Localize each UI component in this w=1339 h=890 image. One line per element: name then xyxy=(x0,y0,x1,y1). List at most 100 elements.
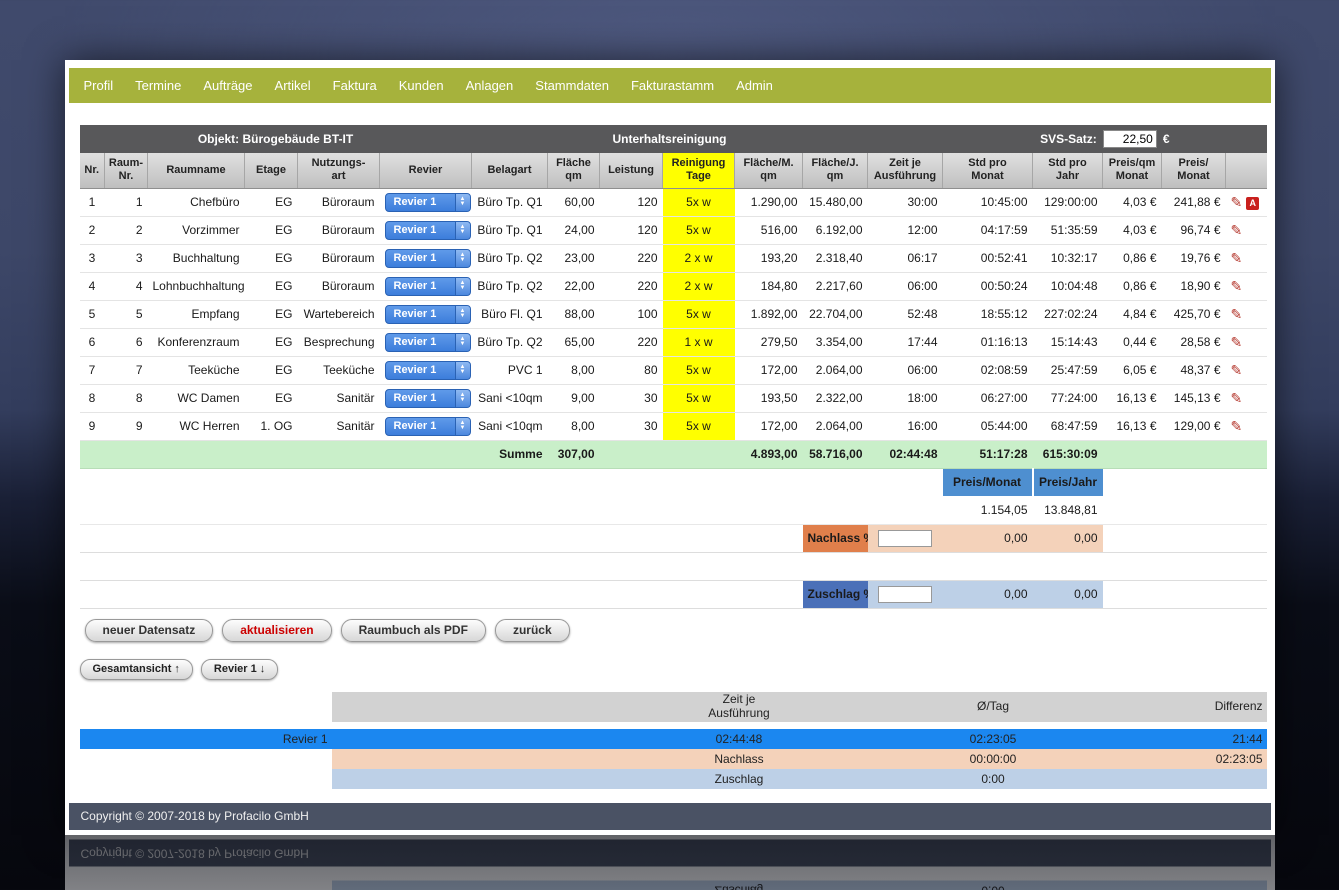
nav-item-artikel[interactable]: Artikel xyxy=(264,78,322,93)
cell-raum-nr: 6 xyxy=(104,328,148,357)
cell-leistung: 120 xyxy=(599,188,663,217)
cell-reinigung-tage: 5x w xyxy=(662,412,735,441)
cell-preis-monat: 145,13 € xyxy=(1161,384,1226,413)
revier1-button[interactable]: Revier 1 ↓ xyxy=(200,658,279,680)
cell-leistung: 100 xyxy=(599,300,663,329)
cell-std-monat: 00:52:41 xyxy=(942,244,1033,273)
spinner-down-icon: ▼ xyxy=(459,201,466,207)
svs-input[interactable] xyxy=(1102,130,1157,148)
edit-icon[interactable]: ✎ xyxy=(1231,362,1243,378)
spinner-down-icon: ▼ xyxy=(459,313,466,319)
nav-item-auftrage[interactable]: Aufträge xyxy=(192,78,263,93)
cell-std-monat: 00:50:24 xyxy=(942,272,1033,301)
cell-icons: ✎ A xyxy=(1225,188,1267,217)
roombook-pdf-button[interactable]: Raumbuch als PDF xyxy=(340,618,486,642)
cell-zeit: 16:00 xyxy=(867,412,943,441)
cell-zeit: 06:00 xyxy=(867,356,943,385)
cell-leistung: 80 xyxy=(599,356,663,385)
cell-zeit: 17:44 xyxy=(867,328,943,357)
revier-select[interactable]: Revier 1 ▲ ▼ xyxy=(384,388,471,408)
preis-jahr-header: Preis/Jahr xyxy=(1031,468,1103,496)
cell-etage: EG xyxy=(244,384,298,413)
revier-row-diff: 21:44 xyxy=(1146,728,1267,749)
spinner-down-icon: ▼ xyxy=(459,397,466,403)
cell-icons: ✎ xyxy=(1225,412,1267,441)
cell-raum-nr: 3 xyxy=(104,244,148,273)
column-header-2: Raum- Nr. xyxy=(104,153,148,189)
edit-icon[interactable]: ✎ xyxy=(1231,418,1243,434)
nav-item-termine[interactable]: Termine xyxy=(124,78,192,93)
cell-etage: EG xyxy=(244,272,298,301)
spinner-icon: ▲ ▼ xyxy=(454,221,470,239)
spinner-down-icon: ▼ xyxy=(459,285,466,291)
revier-select[interactable]: Revier 1 ▲ ▼ xyxy=(384,248,471,268)
cell-nr: 6 xyxy=(79,328,105,357)
cell-flaeche-monat: 193,50 xyxy=(734,384,803,413)
nav-item-kunden[interactable]: Kunden xyxy=(388,78,455,93)
edit-icon[interactable]: ✎ xyxy=(1231,278,1243,294)
nav-item-faktura[interactable]: Faktura xyxy=(322,78,388,93)
new-record-button[interactable]: neuer Datensatz xyxy=(84,618,214,642)
cell-zeit: 06:17 xyxy=(867,244,943,273)
edit-icon[interactable]: ✎ xyxy=(1231,390,1243,406)
nachlass-monat-value: 0,00 xyxy=(942,524,1033,553)
revier-select[interactable]: Revier 1 ▲ ▼ xyxy=(384,360,471,380)
spinner-down-icon: ▼ xyxy=(459,369,466,375)
zuschlag-input[interactable] xyxy=(878,585,932,603)
nav-item-admin[interactable]: Admin xyxy=(725,78,784,93)
revier-select[interactable]: Revier 1 ▲ ▼ xyxy=(384,220,471,240)
cell-revier: Revier 1 ▲ ▼ xyxy=(379,412,472,441)
nav-item-profil[interactable]: Profil xyxy=(73,78,125,93)
cell-icons: ✎ xyxy=(1225,356,1267,385)
revier-row-diff xyxy=(1146,768,1267,789)
column-header-17: Preis/ Monat xyxy=(1161,153,1226,189)
cell-etage: EG xyxy=(244,216,298,245)
cell-flaeche-qm: 60,00 xyxy=(547,188,600,217)
edit-icon[interactable]: ✎ xyxy=(1231,222,1243,238)
cell-icons: ✎ xyxy=(1225,272,1267,301)
edit-icon[interactable]: ✎ xyxy=(1231,306,1243,322)
cell-preis-qm-monat: 0,44 € xyxy=(1102,328,1162,357)
pdf-icon[interactable]: A xyxy=(1246,196,1260,210)
reflection-fade xyxy=(64,834,1275,890)
column-header-11: Fläche/M. qm xyxy=(734,153,803,189)
cell-flaeche-jahr: 15.480,00 xyxy=(802,188,868,217)
cell-preis-monat: 425,70 € xyxy=(1161,300,1226,329)
update-button[interactable]: aktualisieren xyxy=(222,618,332,642)
edit-icon[interactable]: ✎ xyxy=(1231,194,1243,210)
cell-revier: Revier 1 ▲ ▼ xyxy=(379,328,472,357)
cell-std-jahr: 68:47:59 xyxy=(1032,412,1103,441)
spinner-down-icon: ▼ xyxy=(459,341,466,347)
gesamtansicht-button[interactable]: Gesamtansicht ↑ xyxy=(79,658,193,680)
back-button[interactable]: zurück xyxy=(494,618,570,642)
cell-icons: ✎ xyxy=(1225,244,1267,273)
cell-flaeche-monat: 1.290,00 xyxy=(734,188,803,217)
spinner-icon: ▲ ▼ xyxy=(454,249,470,267)
revier-select[interactable]: Revier 1 ▲ ▼ xyxy=(384,332,471,352)
nav-item-fakturastamm[interactable]: Fakturastamm xyxy=(620,78,725,93)
nav-item-stammdaten[interactable]: Stammdaten xyxy=(524,78,620,93)
card-reflection: ProfilTermineAufträgeArtikelFakturaKunde… xyxy=(64,834,1275,890)
nachlass-input[interactable] xyxy=(878,529,932,547)
column-header-9: Leistung xyxy=(599,153,663,189)
revier-select[interactable]: Revier 1 ▲ ▼ xyxy=(384,304,471,324)
revier-select[interactable]: Revier 1 ▲ ▼ xyxy=(384,416,471,436)
column-header-row: Nr. Raum- Nr. Raumname Etage Nutzungs- art Re… xyxy=(79,153,1267,189)
revier-row-label xyxy=(79,748,332,769)
cell-preis-monat: 96,74 € xyxy=(1161,216,1226,245)
column-header-1: Nr. xyxy=(79,153,105,189)
cell-raum-nr: 7 xyxy=(104,356,148,385)
cell-nutzungsart: Sanitär xyxy=(297,412,380,441)
cell-reinigung-tage: 5x w xyxy=(662,216,735,245)
revier-table-row-revier[interactable]: Revier 1 02:44:48 02:23:05 21:44 xyxy=(79,728,1267,749)
edit-icon[interactable]: ✎ xyxy=(1231,334,1243,350)
revier-select[interactable]: Revier 1 ▲ ▼ xyxy=(384,276,471,296)
nav-item-anlagen[interactable]: Anlagen xyxy=(455,78,525,93)
service-title: Unterhaltsreinigung xyxy=(612,132,727,146)
revier-table-header: Zeit je Ausführung Ø/Tag Differenz xyxy=(79,691,1267,722)
revier-summary-table: Zeit je Ausführung Ø/Tag Differenz Revie… xyxy=(79,691,1267,789)
revier-select[interactable]: Revier 1 ▲ ▼ xyxy=(384,192,471,212)
cell-reinigung-tage: 2 x w xyxy=(662,272,735,301)
cell-flaeche-jahr: 3.354,00 xyxy=(802,328,868,357)
edit-icon[interactable]: ✎ xyxy=(1231,250,1243,266)
